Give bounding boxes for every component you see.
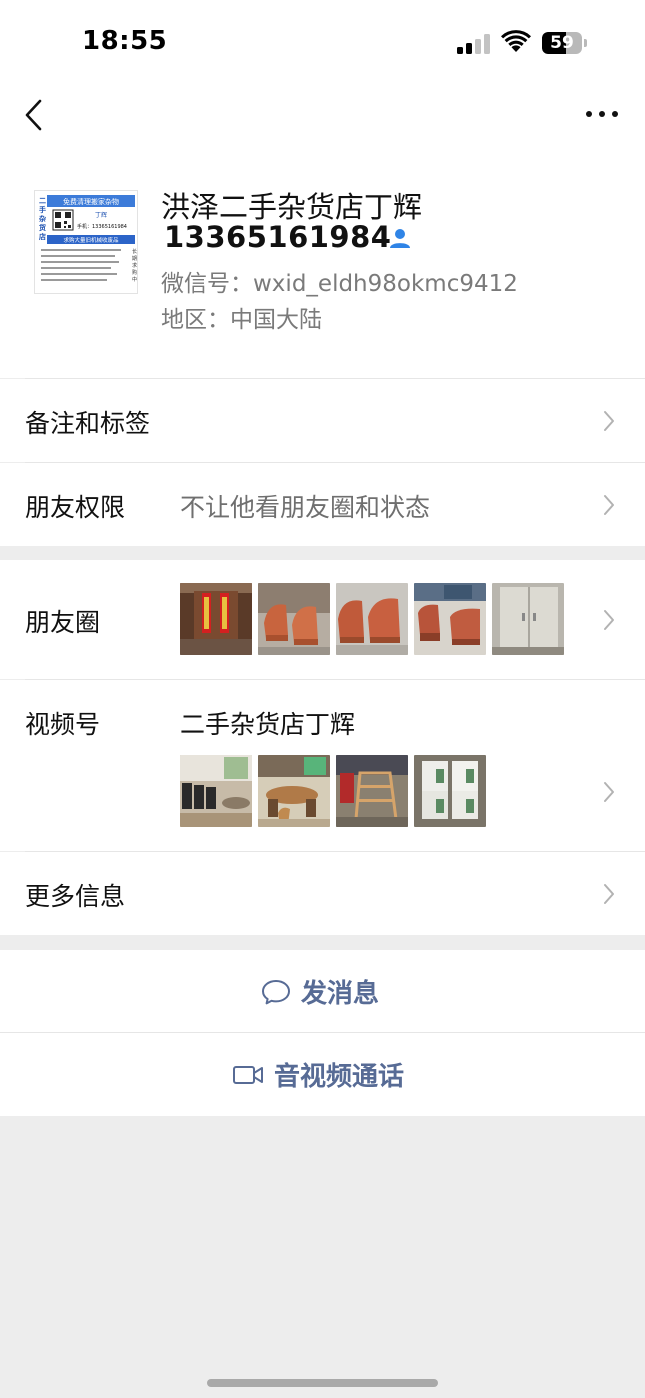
wifi-icon bbox=[501, 30, 531, 52]
back-chevron-icon[interactable] bbox=[22, 98, 46, 132]
moments-photo[interactable] bbox=[336, 583, 408, 655]
chevron-right-icon bbox=[604, 610, 614, 630]
avatar-card-side-text: 长期求购中 bbox=[132, 248, 137, 283]
chevron-right-icon bbox=[604, 411, 614, 431]
channels-video-thumb[interactable] bbox=[180, 755, 252, 827]
home-indicator[interactable] bbox=[207, 1379, 438, 1387]
cellular-signal-icon bbox=[457, 34, 491, 54]
battery-level: 59 bbox=[550, 33, 574, 53]
profile-header: 二手杂货店 免费清理搬家杂物 丁辉 手机：13365161984 求购大量旧机械… bbox=[0, 148, 645, 378]
avatar-card-banner: 求购大量旧机械收废品 bbox=[63, 236, 119, 244]
video-camera-icon bbox=[233, 1065, 263, 1084]
permissions-label: 朋友权限 bbox=[25, 493, 126, 522]
permissions-value: 不让他看朋友圈和状态 bbox=[180, 493, 431, 522]
status-bar: 18:55 59 bbox=[0, 0, 645, 88]
chevron-right-icon bbox=[604, 495, 614, 515]
moments-photo[interactable] bbox=[414, 583, 486, 655]
remarks-label: 备注和标签 bbox=[25, 409, 151, 438]
video-call-label: 音视频通话 bbox=[274, 1062, 405, 1092]
send-message-button[interactable]: 发消息 bbox=[0, 950, 645, 1033]
channels-thumbnails bbox=[180, 755, 486, 827]
chevron-right-icon bbox=[604, 884, 614, 904]
contact-phone: 13365161984 bbox=[164, 220, 392, 254]
moments-label: 朋友圈 bbox=[25, 608, 101, 637]
battery-icon: 59 bbox=[542, 32, 588, 54]
avatar-vertical-title: 二手杂货店 bbox=[38, 197, 46, 241]
moments-photo[interactable] bbox=[492, 583, 564, 655]
channels-video-thumb[interactable] bbox=[336, 755, 408, 827]
more-dots-icon[interactable] bbox=[584, 102, 620, 126]
person-verified-icon bbox=[390, 229, 410, 248]
status-time: 18:55 bbox=[82, 26, 168, 56]
avatar-business-card: 二手杂货店 免费清理搬家杂物 丁辉 手机：13365161984 求购大量旧机械… bbox=[35, 191, 137, 293]
nav-bar bbox=[0, 88, 645, 148]
row-friend-permissions[interactable]: 朋友权限 不让他看朋友圈和状态 bbox=[0, 463, 645, 546]
moments-thumbnails bbox=[180, 583, 564, 655]
avatar-card-name: 丁辉 bbox=[95, 211, 107, 219]
avatar-headline: 免费清理搬家杂物 bbox=[63, 197, 119, 206]
moments-photo[interactable] bbox=[180, 583, 252, 655]
wechat-id: 微信号：wxid_eldh98okmc9412 bbox=[161, 271, 518, 297]
video-call-button[interactable]: 音视频通话 bbox=[0, 1033, 645, 1116]
row-remarks-tags[interactable]: 备注和标签 bbox=[0, 379, 645, 462]
row-more-info[interactable]: 更多信息 bbox=[0, 852, 645, 935]
avatar[interactable]: 二手杂货店 免费清理搬家杂物 丁辉 手机：13365161984 求购大量旧机械… bbox=[34, 190, 138, 294]
send-message-label: 发消息 bbox=[301, 979, 380, 1009]
chat-bubble-icon bbox=[262, 979, 290, 1004]
avatar-card-phone: 手机：13365161984 bbox=[77, 223, 127, 230]
channels-value: 二手杂货店丁辉 bbox=[180, 710, 356, 739]
chevron-right-icon bbox=[604, 782, 614, 802]
channels-label: 视频号 bbox=[25, 710, 101, 739]
channels-video-thumb[interactable] bbox=[414, 755, 486, 827]
more-info-label: 更多信息 bbox=[25, 882, 126, 911]
row-channels[interactable]: 视频号 二手杂货店丁辉 bbox=[0, 680, 645, 851]
region: 地区：中国大陆 bbox=[161, 307, 322, 333]
channels-video-thumb[interactable] bbox=[258, 755, 330, 827]
row-moments[interactable]: 朋友圈 bbox=[0, 560, 645, 679]
moments-photo[interactable] bbox=[258, 583, 330, 655]
